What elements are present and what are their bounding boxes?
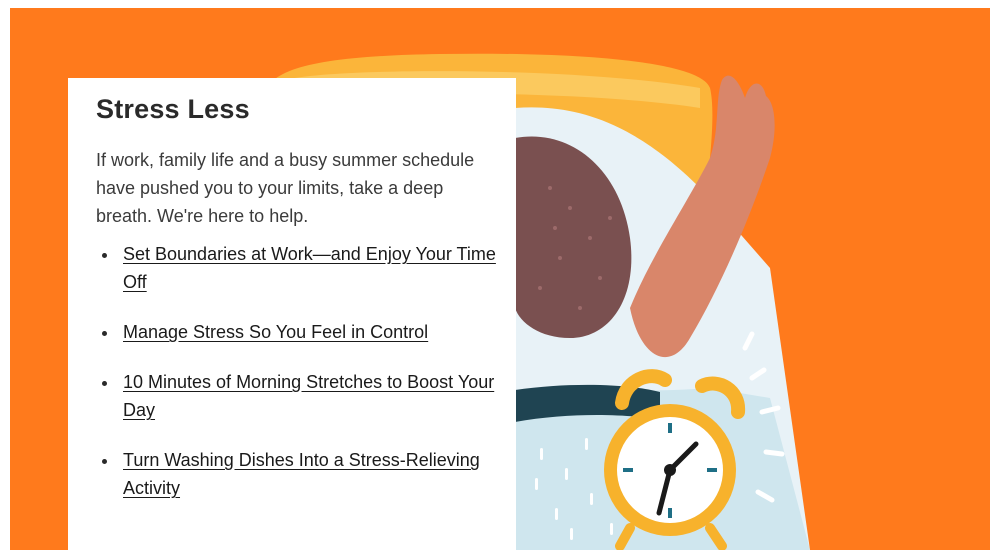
- link-washing-dishes[interactable]: Turn Washing Dishes Into a Stress-Reliev…: [123, 450, 480, 498]
- article-link-list: Set Boundaries at Work—and Enjoy Your Ti…: [96, 240, 496, 524]
- promo-card: Stress Less If work, family life and a b…: [68, 78, 516, 550]
- promo-intro: If work, family life and a busy summer s…: [96, 150, 475, 226]
- promo-title: Stress Less: [96, 94, 250, 124]
- link-set-boundaries[interactable]: Set Boundaries at Work—and Enjoy Your Ti…: [123, 244, 496, 292]
- link-morning-stretches[interactable]: 10 Minutes of Morning Stretches to Boost…: [123, 372, 494, 420]
- link-manage-stress[interactable]: Manage Stress So You Feel in Control: [123, 322, 428, 342]
- list-item: Set Boundaries at Work—and Enjoy Your Ti…: [96, 240, 496, 296]
- bullet-icon: [102, 381, 107, 386]
- list-item: 10 Minutes of Morning Stretches to Boost…: [96, 368, 496, 424]
- bullet-icon: [102, 459, 107, 464]
- list-item: Manage Stress So You Feel in Control: [96, 318, 496, 346]
- bullet-icon: [102, 253, 107, 258]
- list-item: Turn Washing Dishes Into a Stress-Reliev…: [96, 446, 496, 502]
- bullet-icon: [102, 331, 107, 336]
